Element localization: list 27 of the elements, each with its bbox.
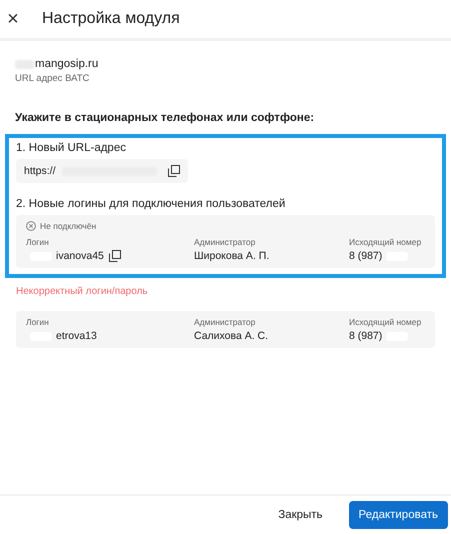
page-title: Настройка модуля xyxy=(42,10,180,28)
admin-name: Салихова А. С. xyxy=(194,330,270,342)
phone-number: 8 (987) xyxy=(349,250,382,262)
column-label: Логин xyxy=(26,237,50,247)
column-label: Исходящий номер xyxy=(349,237,422,247)
error-message: Некорректный логин/пароль xyxy=(16,286,149,297)
edit-button[interactable]: Редактировать xyxy=(348,501,448,529)
admin-name: Широкова А. П. xyxy=(194,250,270,262)
copy-icon[interactable] xyxy=(168,165,180,177)
pbx-caption: URL адрес ВАТС xyxy=(15,73,90,84)
column-label: Администратор xyxy=(194,317,256,327)
copy-icon[interactable] xyxy=(108,250,121,262)
step-heading: 1. Новый URL-адрес xyxy=(16,142,127,154)
instruction-heading: Укажите в стационарных телефонах или софтфоне: xyxy=(15,112,316,124)
close-button[interactable]: Закрыть xyxy=(268,501,333,529)
close-icon[interactable]: × xyxy=(6,9,20,29)
phone-number: 8 (987) xyxy=(349,330,382,342)
column-label: Администратор xyxy=(194,237,256,247)
login-value: ivanova45 xyxy=(56,250,104,262)
not-connected-icon xyxy=(26,221,36,231)
login-value: etrova13 xyxy=(56,330,97,342)
column-label: Логин xyxy=(26,317,50,327)
status-label: Не подключён xyxy=(40,221,96,231)
column-label: Исходящий номер xyxy=(349,317,422,327)
url-value: https:// xyxy=(24,165,56,177)
step-heading: 2. Новые логины для подключения пользователей xyxy=(16,198,286,210)
pbx-host: mangosip.ru xyxy=(35,58,98,70)
